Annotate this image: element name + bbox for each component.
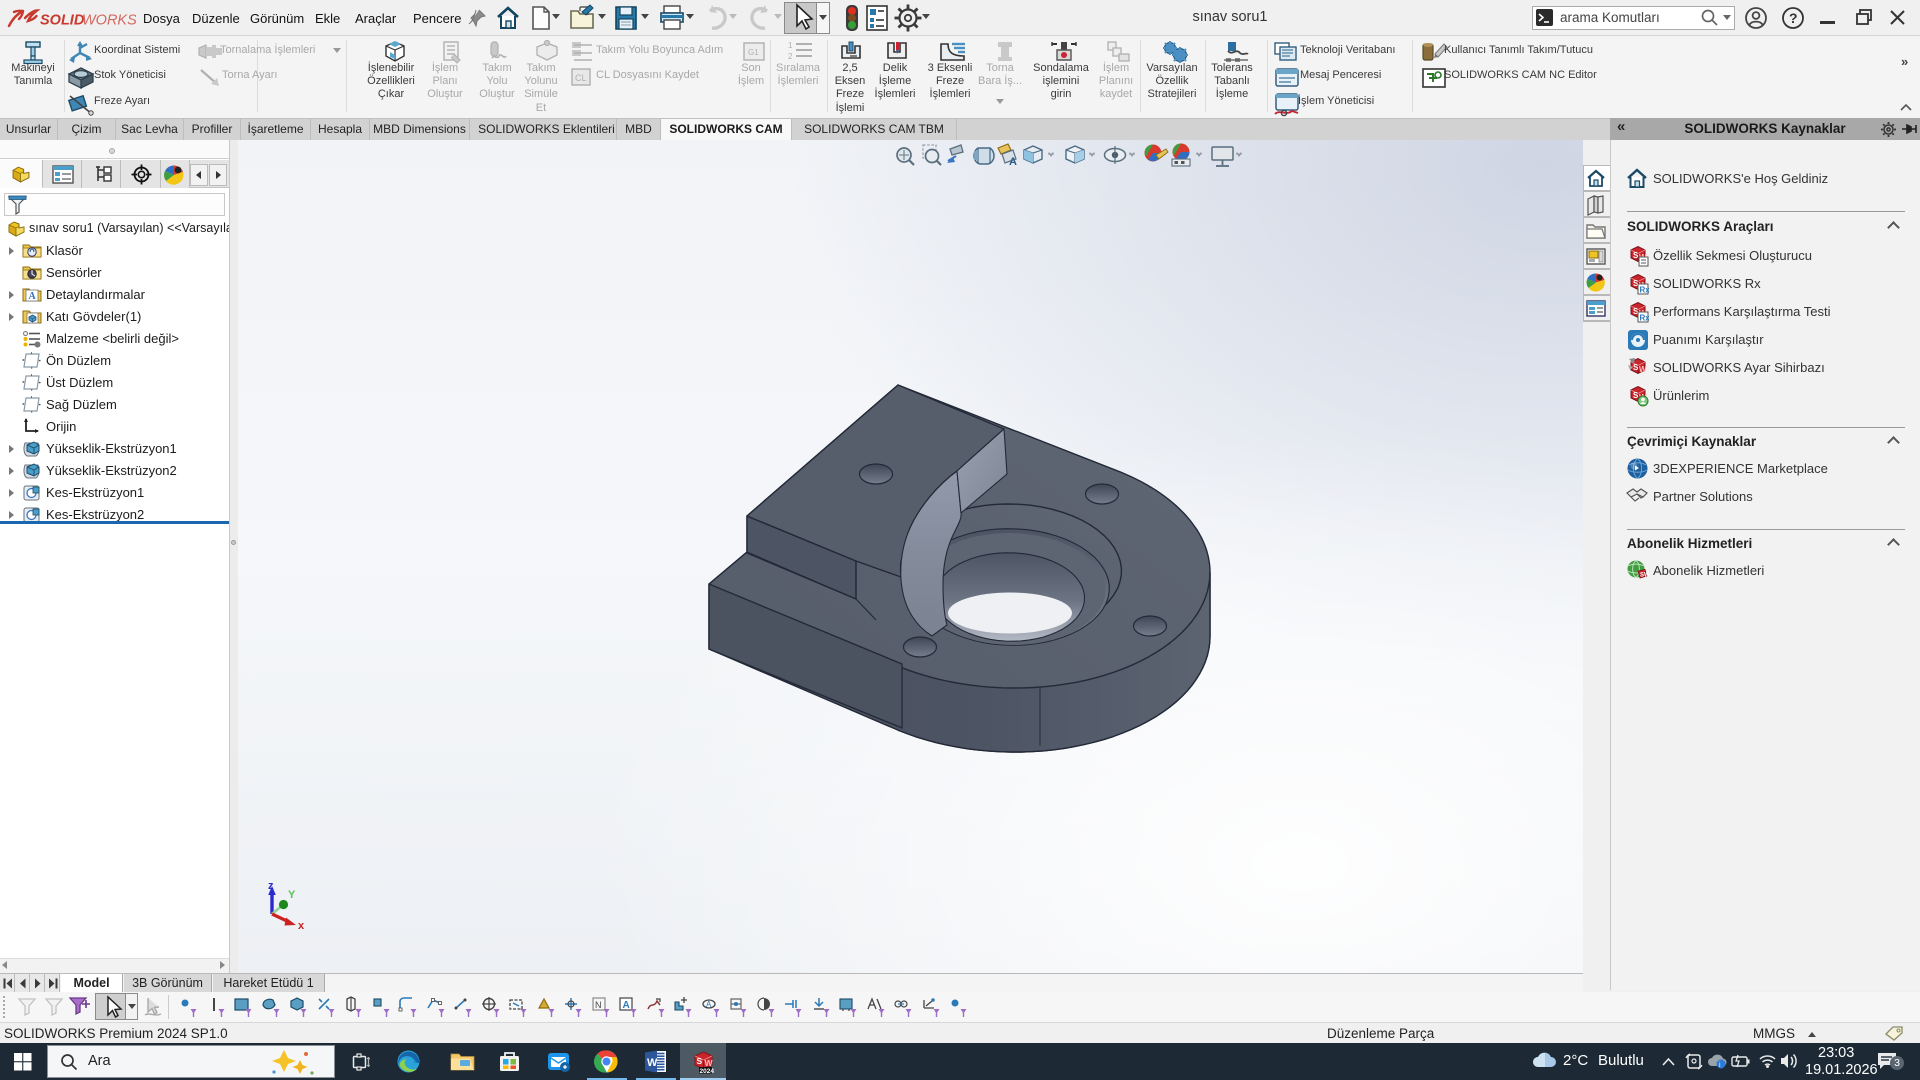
svg-text:Rx: Rx: [1640, 314, 1650, 323]
svg-text:WORKS: WORKS: [82, 13, 136, 29]
svg-text:x: x: [298, 920, 305, 932]
svg-text:G1: G1: [748, 48, 759, 57]
svg-text:1: 1: [788, 41, 793, 50]
svg-text:SW: SW: [1640, 573, 1649, 579]
svg-text:?: ?: [1789, 10, 1798, 26]
svg-text:S: S: [697, 1056, 703, 1066]
svg-text:2024: 2024: [700, 1068, 715, 1074]
svg-text:A: A: [1009, 156, 1017, 168]
svg-text:W: W: [647, 1057, 658, 1069]
svg-text:Rx: Rx: [1640, 286, 1650, 295]
svg-text:Y: Y: [288, 889, 296, 901]
svg-text:z: z: [268, 880, 274, 892]
svg-text:A: A: [29, 291, 37, 302]
svg-text:W: W: [705, 1058, 714, 1068]
svg-text:2: 2: [788, 52, 793, 61]
svg-text:SOLID: SOLID: [40, 13, 85, 29]
svg-text:W: W: [1639, 365, 1647, 374]
svg-text:CL: CL: [575, 73, 587, 83]
